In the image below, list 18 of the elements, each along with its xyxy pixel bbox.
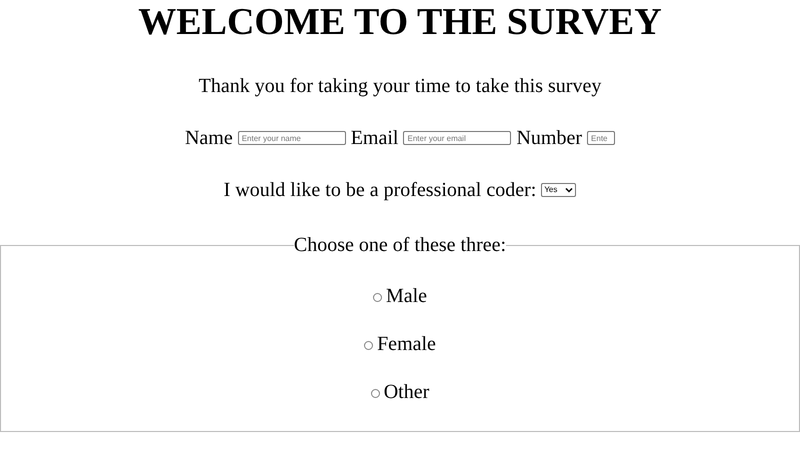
- coder-label: I would like to be a professional coder:: [224, 178, 536, 202]
- field-label: Number: [516, 126, 582, 150]
- intro-text: Thank you for taking your time to take this survey: [198, 74, 602, 98]
- radio-button[interactable]: [364, 341, 374, 350]
- option-label: Male: [386, 284, 428, 308]
- input-field[interactable]: Enter your name: [238, 131, 346, 145]
- radio-button[interactable]: [372, 293, 382, 302]
- field-label: Email: [350, 126, 398, 150]
- page-title: WELCOME TO THE SURVEY: [137, 0, 663, 42]
- option-label: Other: [384, 380, 430, 404]
- panel-legend: Choose one of these three:: [294, 234, 506, 256]
- dropdown[interactable]: Yes: [541, 183, 576, 197]
- input-field[interactable]: Ente: [587, 131, 616, 145]
- caret-icon: [565, 187, 574, 193]
- input-field[interactable]: Enter your email: [403, 131, 512, 145]
- field-label: Name: [184, 126, 233, 150]
- radio-button[interactable]: [370, 389, 380, 398]
- option-label: Female: [377, 332, 436, 356]
